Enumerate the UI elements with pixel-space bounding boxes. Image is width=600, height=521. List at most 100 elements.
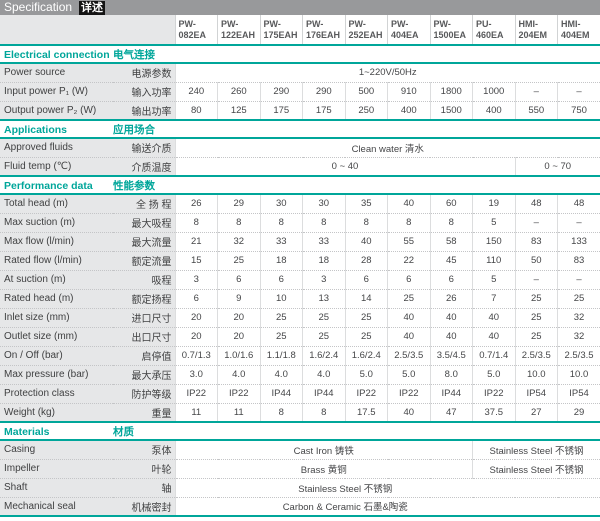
spec-value: 0.7/1.3 (175, 346, 218, 365)
spec-value: 6 (260, 270, 303, 289)
row-label-zh: 叶轮 (113, 459, 175, 478)
spec-value-span: Cast Iron 铸铁 (175, 440, 473, 459)
row-label-zh: 最大承压 (113, 365, 175, 384)
spec-value: 8 (260, 213, 303, 232)
section-header: Performance data性能参数 (0, 176, 600, 194)
row-label-zh: 全 扬 程 (113, 194, 175, 213)
section-title-en: Applications (0, 124, 113, 136)
spec-value: IP54 (558, 384, 600, 403)
spec-value: 33 (303, 232, 346, 251)
row-label-zh: 出口尺寸 (113, 327, 175, 346)
page-header: Specification 详述 (0, 0, 600, 15)
spec-value: 40 (430, 327, 473, 346)
row-label-zh: 输出功率 (113, 101, 175, 120)
spec-value: 8 (430, 213, 473, 232)
model-column-header: PW-404EA (388, 15, 431, 45)
spec-value: IP44 (303, 384, 346, 403)
spec-value: IP22 (345, 384, 388, 403)
row-label-en: Approved fluids (0, 138, 113, 157)
spec-value: 5.0 (388, 365, 431, 384)
spec-value: 80 (175, 101, 218, 120)
spec-value: 240 (175, 82, 218, 101)
table-row: Power source电源参数1~220V/50Hz (0, 63, 600, 82)
spec-value: 18 (260, 251, 303, 270)
spec-value: 1800 (430, 82, 473, 101)
row-label-zh: 电源参数 (113, 63, 175, 82)
spec-value: 150 (473, 232, 516, 251)
table-row: Shaft轴Stainless Steel 不锈钢 (0, 478, 600, 497)
row-label-en: Inlet size (mm) (0, 308, 113, 327)
table-row: At suction (m)吸程36636665–– (0, 270, 600, 289)
section-title-zh: 电气连接 (113, 49, 155, 61)
model-column-header: HMI-204EM (515, 15, 558, 45)
row-label-zh: 额定流量 (113, 251, 175, 270)
spec-value: 25 (558, 289, 600, 308)
spec-value: 29 (558, 403, 600, 422)
spec-value: – (515, 270, 558, 289)
spec-value: 25 (388, 289, 431, 308)
spec-value: 14 (345, 289, 388, 308)
spec-value: IP54 (515, 384, 558, 403)
row-label-zh: 最大流量 (113, 232, 175, 251)
row-label-zh: 额定扬程 (113, 289, 175, 308)
spec-value-span: 0 ~ 40 (175, 157, 515, 176)
row-label-en: On / Off (bar) (0, 346, 113, 365)
spec-value: 58 (430, 232, 473, 251)
spec-value: 25 (345, 308, 388, 327)
spec-value: 250 (345, 101, 388, 120)
spec-value: 32 (558, 327, 600, 346)
spec-value: 83 (515, 232, 558, 251)
spec-value: – (515, 82, 558, 101)
spec-value: 19 (473, 194, 516, 213)
spec-value: 30 (260, 194, 303, 213)
table-row: On / Off (bar)启停值0.7/1.31.0/1.61.1/1.81.… (0, 346, 600, 365)
model-header-row: PW-082EAPW-122EAHPW-175EAHPW-176EAHPW-25… (0, 15, 600, 45)
table-row: Rated flow (l/min)额定流量152518182822451105… (0, 251, 600, 270)
spec-value: 25 (515, 289, 558, 308)
spec-value: 1000 (473, 82, 516, 101)
spec-value: 40 (388, 327, 431, 346)
spec-value: 0.7/1.4 (473, 346, 516, 365)
row-label-en: Protection class (0, 384, 113, 403)
spec-value: 25 (345, 327, 388, 346)
spec-value: 4.0 (303, 365, 346, 384)
spec-value: 40 (388, 308, 431, 327)
table-row: Max flow (l/min)最大流量21323333405558150831… (0, 232, 600, 251)
spec-value: 5.0 (473, 365, 516, 384)
row-label-zh: 轴 (113, 478, 175, 497)
spec-value: 1500 (430, 101, 473, 120)
spec-value: 1.6/2.4 (345, 346, 388, 365)
table-row: Casing泵体Cast Iron 铸铁Stainless Steel 不锈钢 (0, 440, 600, 459)
spec-value: 37.5 (473, 403, 516, 422)
row-label-en: Total head (m) (0, 194, 113, 213)
table-row: Output power P₂ (W)输出功率80125175175250400… (0, 101, 600, 120)
spec-value: 6 (388, 270, 431, 289)
model-column-header: PW-176EAH (303, 15, 346, 45)
spec-value-span: Brass 黄铜 (175, 459, 473, 478)
spec-value: IP44 (430, 384, 473, 403)
spec-value: 60 (430, 194, 473, 213)
spec-value: 260 (218, 82, 261, 101)
spec-value: 8 (388, 213, 431, 232)
spec-value: – (558, 82, 600, 101)
spec-value: 10.0 (515, 365, 558, 384)
model-column-header: HMI-404EM (558, 15, 600, 45)
spec-value-span: 0 ~ 70 (515, 157, 600, 176)
spec-value: 8 (175, 213, 218, 232)
spec-value: 35 (345, 194, 388, 213)
spec-value: – (558, 213, 600, 232)
spec-value: 40 (473, 327, 516, 346)
spec-value: 1.1/1.8 (260, 346, 303, 365)
row-label-en: At suction (m) (0, 270, 113, 289)
spec-value: 3.5/4.5 (430, 346, 473, 365)
spec-value: 8 (260, 403, 303, 422)
spec-value: 290 (260, 82, 303, 101)
spec-value: 290 (303, 82, 346, 101)
spec-value: 83 (558, 251, 600, 270)
row-label-zh: 防护等级 (113, 384, 175, 403)
model-column-header: PW-175EAH (260, 15, 303, 45)
row-label-en: Input power P₁ (W) (0, 82, 113, 101)
spec-value: 550 (515, 101, 558, 120)
spec-value: IP22 (218, 384, 261, 403)
section-title-en: Electrical connection (0, 49, 113, 61)
